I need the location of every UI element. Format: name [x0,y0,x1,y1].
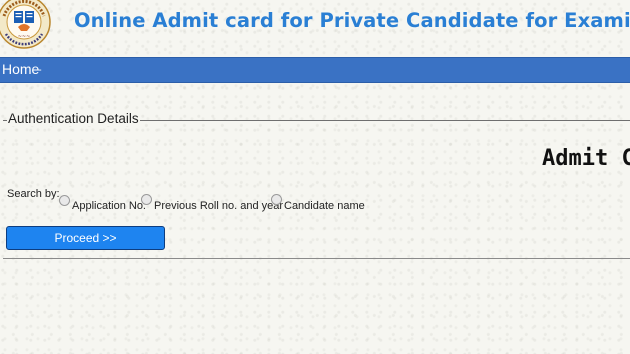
section-divider [3,258,630,259]
radio-label-previous-roll[interactable]: Previous Roll no. and year [154,200,283,212]
radio-label-candidate-name[interactable]: Candidate name [284,200,365,212]
fieldset-legend: Authentication Details [7,111,140,126]
radio-previous-roll[interactable] [141,194,152,205]
top-navbar: Home - [0,57,630,83]
search-by-label: Search by: [7,188,60,200]
svg-text:~~~: ~~~ [18,34,31,40]
page-header: ~~~ Online Admit card for Private Candid… [0,0,630,57]
cbse-emblem-icon: ~~~ [0,0,52,50]
radio-label-application-no[interactable]: Application No. [72,200,146,212]
radio-application-no[interactable] [59,195,70,206]
radio-candidate-name[interactable] [271,194,282,205]
proceed-button[interactable]: Proceed >> [6,226,165,250]
nav-home-link[interactable]: Home [2,61,39,77]
admit-card-heading: Admit C [542,146,630,171]
nav-separator: - [38,64,42,76]
page-title: Online Admit card for Private Candidate … [74,9,630,32]
